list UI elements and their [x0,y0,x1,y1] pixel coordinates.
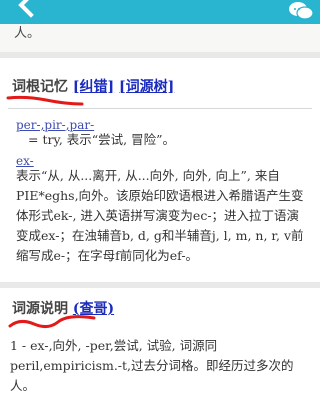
section-title: 词根记忆 [纠错] [词源树] [12,76,174,96]
etymology-tree-link[interactable]: [词源树] [119,79,174,95]
root-definition-ex: 表示“从, 从...离开, 从...向外, 向外, 向上”, 来自PIE*egh… [16,168,304,263]
top-bar [0,0,320,24]
chat-bubble-icon[interactable] [288,1,314,21]
etymology-memory-section: 词根记忆 [纠错] [词源树] per-,pir-,par- = try, 表示… [0,58,320,282]
back-arrow-icon[interactable] [18,0,44,18]
explanation-text: 1 - ex-,向外, -per,尝试, 试验, 词源同peril,empiri… [10,338,294,393]
root-definition-per: = try, 表示“尝试, 冒险”。 [28,132,176,147]
red-annotation-underline [8,315,96,329]
red-annotation-underline [6,95,84,106]
correction-link[interactable]: [纠错] [73,79,114,95]
etymology-explanation-section: 词源说明 (查哥) 1 - ex-,向外, -per,尝试, 试验, 词源同pe… [0,288,320,408]
divider-line [8,108,312,109]
etymology-memory-title: 词根记忆 [12,79,68,95]
previous-content-snippet: 人。 [14,26,41,41]
